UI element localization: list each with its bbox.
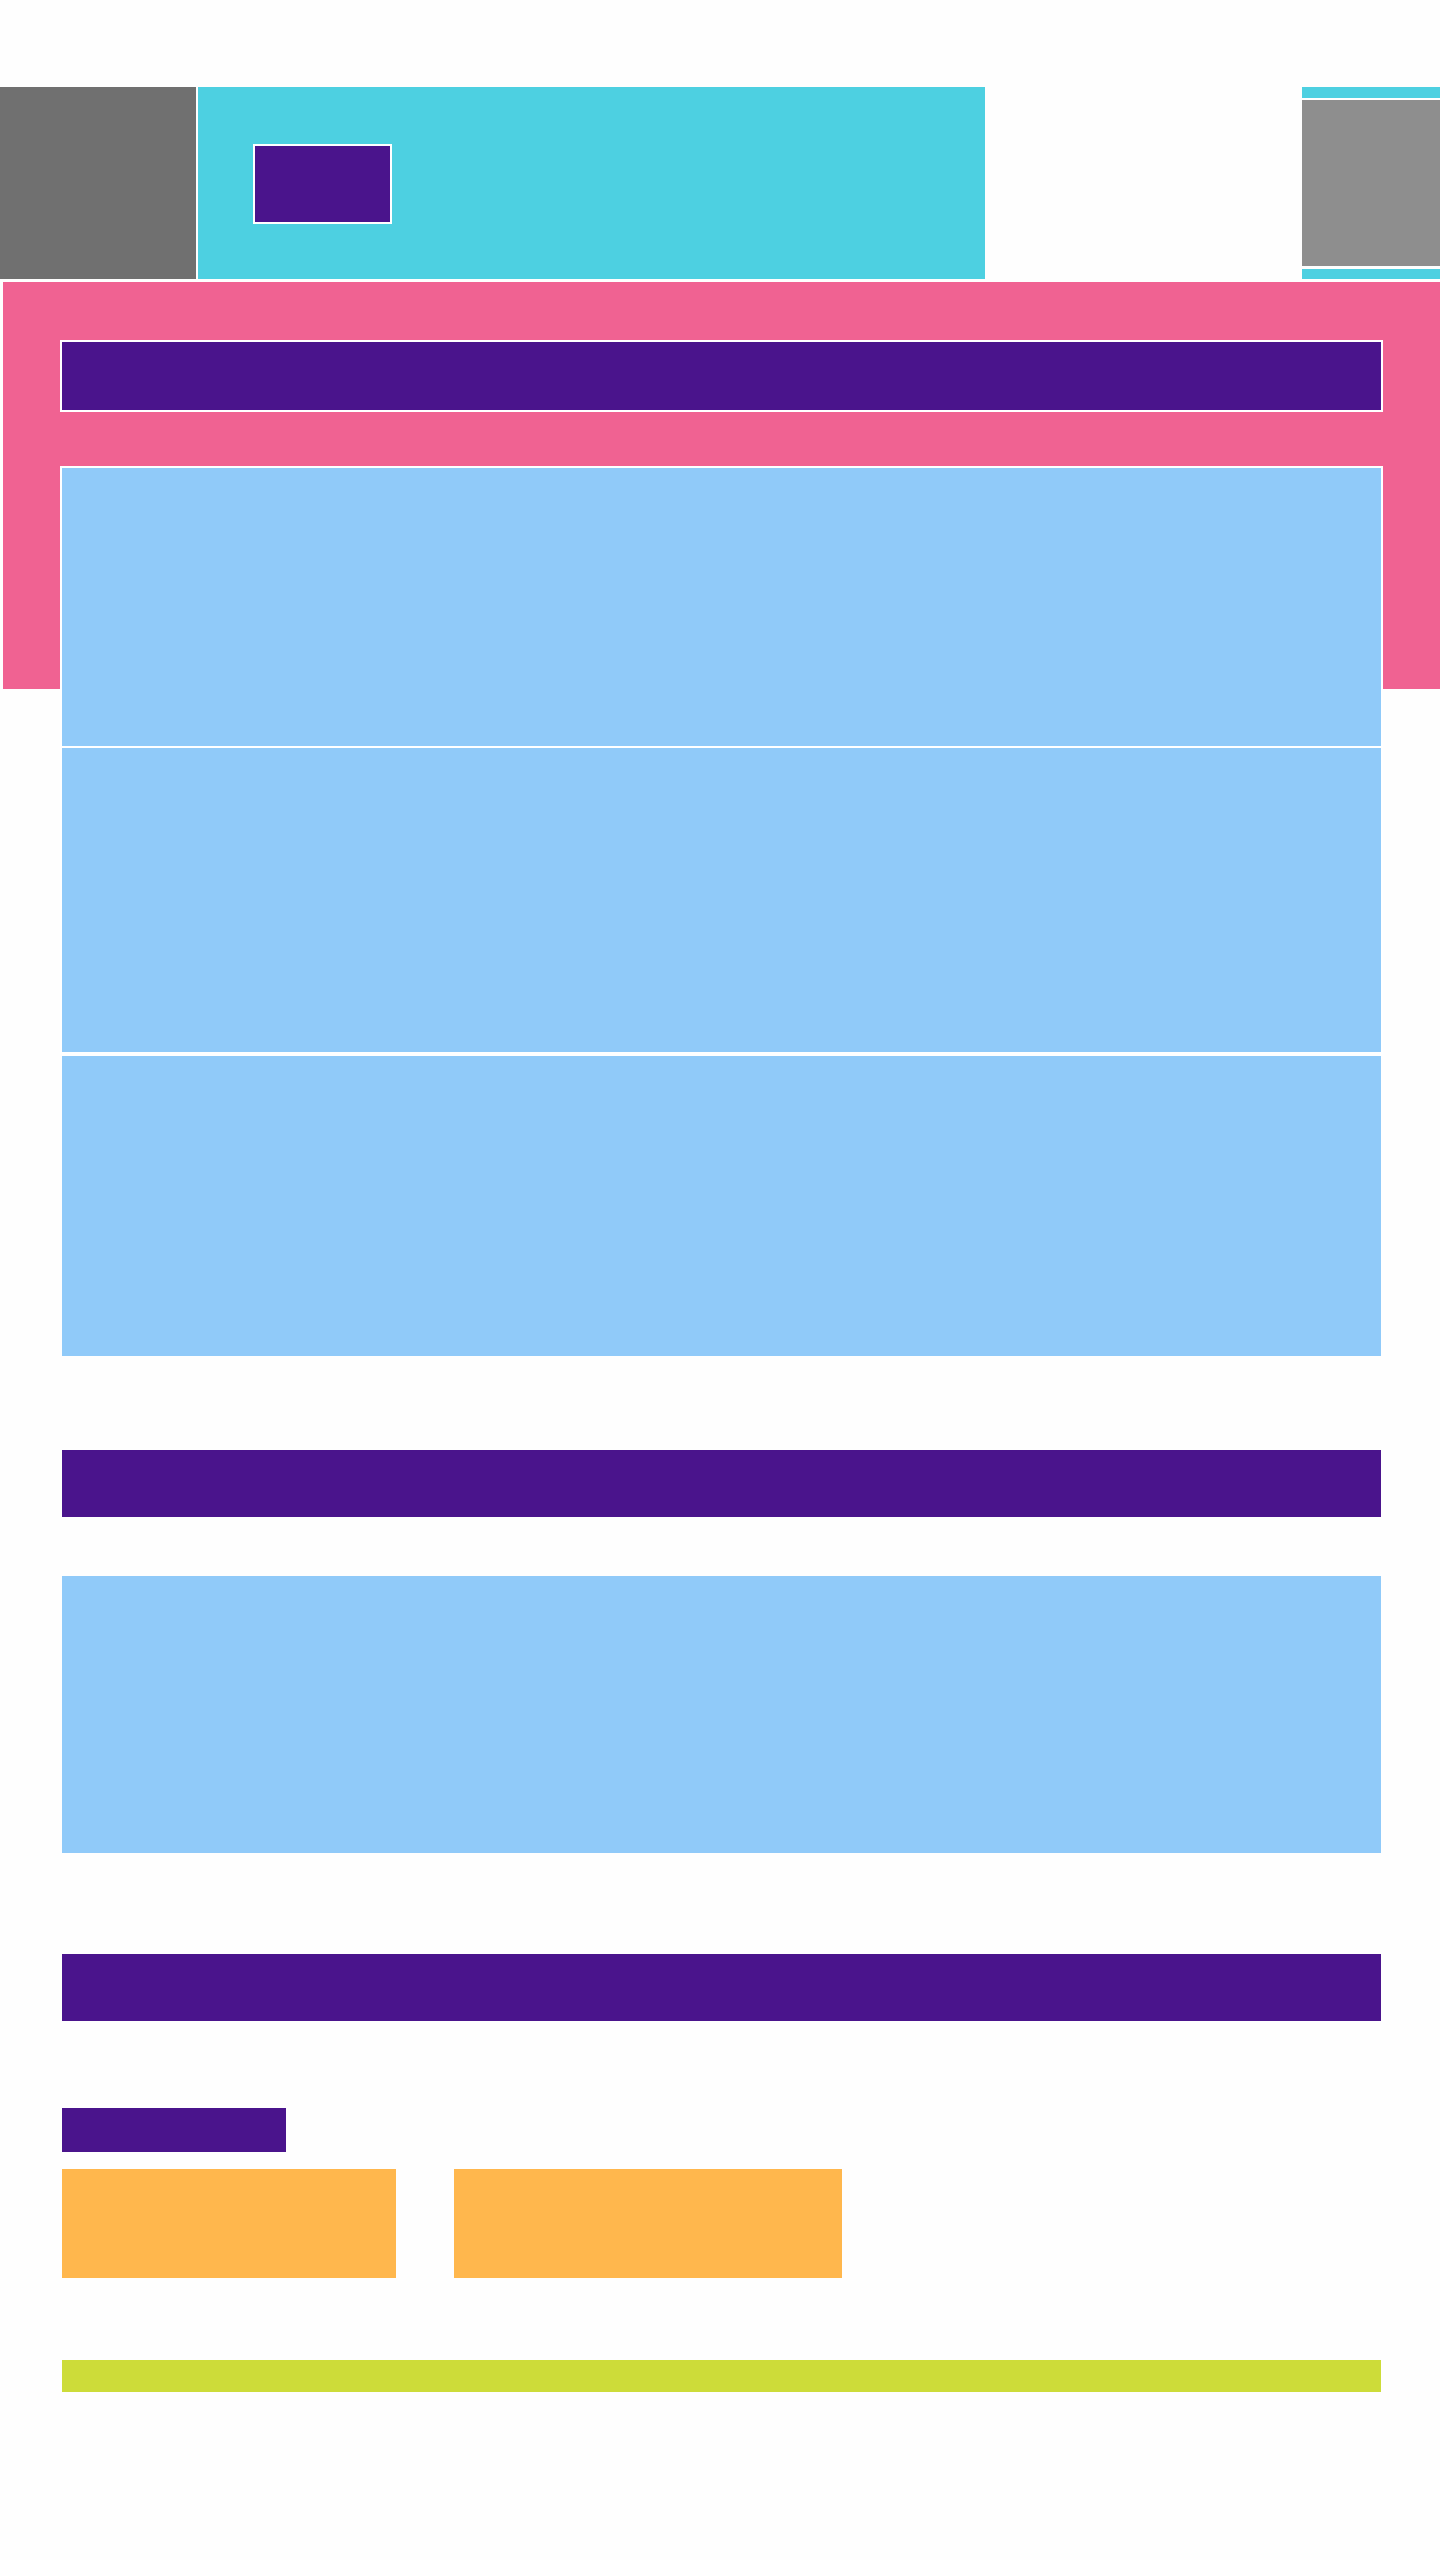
content-card-1[interactable] xyxy=(60,466,1383,748)
header-button[interactable] xyxy=(253,144,392,224)
side-panel-top-strip xyxy=(1302,87,1440,98)
section-title-bar-1 xyxy=(62,1450,1381,1517)
action-button-1[interactable] xyxy=(62,2169,396,2278)
content-card-3[interactable] xyxy=(62,1054,1381,1356)
logo-block[interactable] xyxy=(0,87,196,279)
footer-bar xyxy=(62,2360,1381,2392)
side-panel-bottom-strip xyxy=(1302,269,1440,279)
content-card-4[interactable] xyxy=(62,1576,1381,1853)
section-title-bar-2 xyxy=(62,1954,1381,2021)
side-panel-image[interactable] xyxy=(1302,100,1440,266)
header-banner xyxy=(198,87,985,279)
content-card-2[interactable] xyxy=(60,746,1383,1054)
hero-title-bar xyxy=(60,340,1383,412)
action-button-2[interactable] xyxy=(454,2169,842,2278)
sub-heading-label xyxy=(62,2108,286,2152)
